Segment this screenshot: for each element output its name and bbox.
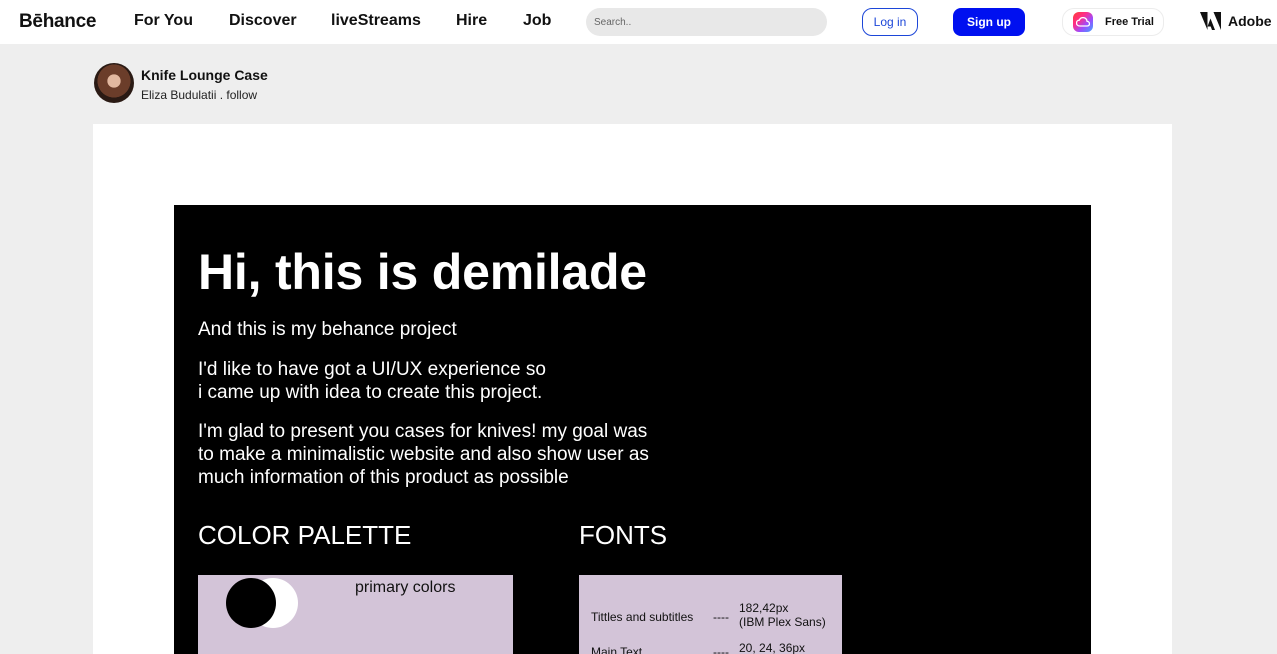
project-artwork: Hi, this is demilade And this is my beha… bbox=[174, 205, 1091, 654]
project-title: Knife Lounge Case bbox=[141, 67, 268, 83]
color-palette-title: COLOR PALETTE bbox=[198, 520, 412, 550]
font-sizes: 182,42px bbox=[739, 601, 789, 615]
font-row-value: 182,42px (IBM Plex Sans) bbox=[739, 601, 826, 629]
top-navigation-bar: Bēhance For You Discover liveStreams Hir… bbox=[0, 0, 1277, 44]
artwork-paragraph-1: I'd like to have got a UI/UX experience … bbox=[198, 358, 718, 404]
fonts-card: Tittles and subtitles ---- 182,42px (IBM… bbox=[579, 575, 842, 654]
free-trial-label: Free Trial bbox=[1105, 16, 1154, 28]
author-avatar[interactable] bbox=[94, 63, 134, 103]
author-follow-link[interactable]: Eliza Budulatii . follow bbox=[141, 88, 257, 102]
paragraph-line: I'd like to have got a UI/UX experience … bbox=[198, 359, 546, 380]
nav-link-for-you[interactable]: For You bbox=[134, 12, 193, 30]
paragraph-line: i came up with idea to create this proje… bbox=[198, 382, 543, 403]
behance-logo[interactable]: Bēhance bbox=[19, 11, 96, 33]
artwork-paragraph-2: I'm glad to present you cases for knives… bbox=[198, 420, 718, 489]
artwork-intro: And this is my behance project bbox=[198, 319, 457, 340]
signup-button[interactable]: Sign up bbox=[953, 8, 1025, 36]
nav-link-discover[interactable]: Discover bbox=[229, 12, 297, 30]
paragraph-line: much information of this product as poss… bbox=[198, 467, 569, 488]
font-row-label: Main Text bbox=[591, 645, 643, 654]
nav-link-job[interactable]: Job bbox=[523, 12, 551, 30]
swatch-black bbox=[226, 578, 276, 628]
font-row-value: 20, 24, 36px bbox=[739, 641, 805, 654]
font-row-label: Tittles and subtitles bbox=[591, 610, 694, 624]
font-row-dash: ---- bbox=[713, 610, 729, 624]
nav-link-livestreams[interactable]: liveStreams bbox=[331, 12, 421, 30]
palette-label: primary colors bbox=[355, 579, 456, 596]
paragraph-line: to make a minimalistic website and also … bbox=[198, 444, 649, 465]
font-row-dash: ---- bbox=[713, 645, 729, 654]
login-button[interactable]: Log in bbox=[862, 8, 918, 36]
paragraph-line: I'm glad to present you cases for knives… bbox=[198, 421, 648, 442]
search-input[interactable] bbox=[586, 8, 827, 36]
fonts-title: FONTS bbox=[579, 520, 668, 550]
adobe-link[interactable]: Adobe bbox=[1200, 12, 1272, 30]
adobe-label: Adobe bbox=[1228, 13, 1272, 29]
color-palette-card: primary colors bbox=[198, 575, 513, 654]
font-sizes: 20, 24, 36px bbox=[739, 641, 806, 654]
nav-link-hire[interactable]: Hire bbox=[456, 12, 487, 30]
artwork-headline: Hi, this is demilade bbox=[198, 244, 647, 300]
font-family: (IBM Plex Sans) bbox=[739, 615, 826, 629]
creative-cloud-icon bbox=[1073, 12, 1093, 32]
adobe-logo-icon bbox=[1200, 12, 1221, 30]
free-trial-button[interactable]: Free Trial bbox=[1062, 8, 1164, 36]
